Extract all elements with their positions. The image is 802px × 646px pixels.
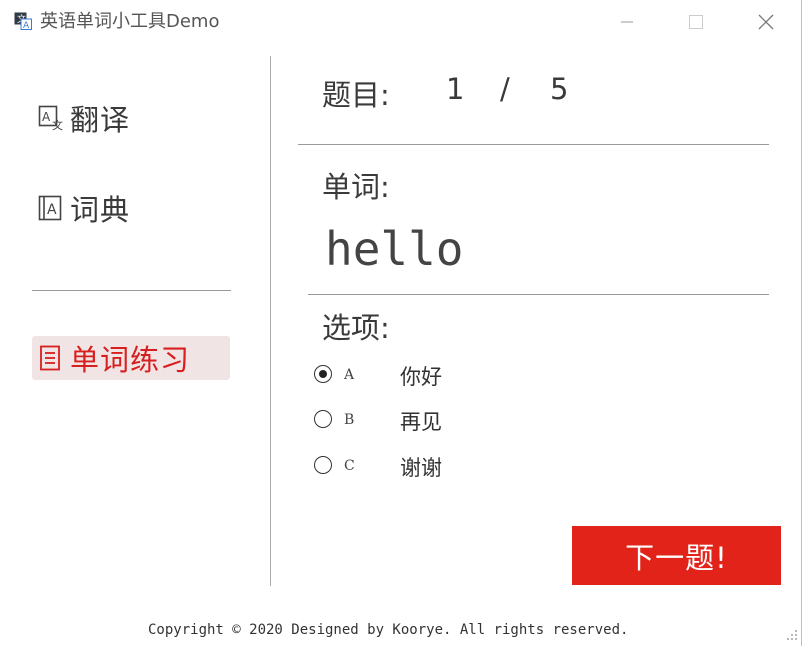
next-question-button[interactable]: 下一题!: [572, 526, 781, 585]
svg-text:A: A: [47, 202, 57, 218]
radio-button-b[interactable]: [314, 410, 332, 428]
option-text[interactable]: 你好: [400, 361, 442, 391]
option-text[interactable]: 再见: [400, 406, 442, 436]
sidebar-item-translate[interactable]: A 文 翻译: [32, 96, 230, 140]
copyright-footer: Copyright © 2020 Designed by Koorye. All…: [148, 622, 629, 638]
quiz-word: hello: [325, 222, 464, 276]
maximize-icon: [689, 15, 703, 29]
question-label: 题目:: [322, 78, 390, 112]
question-total: 5: [550, 72, 569, 106]
minimize-button[interactable]: [604, 0, 650, 44]
option-letter: A: [344, 367, 355, 383]
close-icon: [758, 14, 774, 30]
translate-app-icon: 文 A: [14, 12, 32, 30]
sidebar-item-dictionary[interactable]: A 词典: [32, 186, 230, 230]
word-label: 单词:: [322, 170, 390, 204]
dictionary-icon: A: [38, 195, 62, 221]
resize-grip-icon[interactable]: [782, 626, 800, 644]
options-label: 选项:: [322, 311, 390, 345]
sidebar-item-word-practice[interactable]: 单词练习: [32, 336, 230, 380]
list-icon: [40, 345, 60, 371]
question-separator: /: [500, 72, 510, 106]
svg-text:A: A: [42, 110, 51, 124]
close-button[interactable]: [743, 0, 789, 44]
sidebar-item-label: 词典: [70, 193, 131, 227]
window-title: 英语单词小工具Demo: [40, 11, 220, 32]
minimize-icon: [621, 21, 633, 23]
maximize-button[interactable]: [673, 0, 719, 44]
translate-icon: A 文: [38, 105, 63, 131]
question-current: 1: [446, 72, 465, 106]
option-text[interactable]: 谢谢: [400, 452, 442, 482]
word-divider: [308, 294, 769, 295]
sidebar-item-label: 翻译: [70, 103, 131, 137]
question-divider: [298, 144, 769, 145]
app-window: 文 A 英语单词小工具Demo A 文 翻译 A 词典: [0, 0, 802, 646]
svg-text:A: A: [23, 21, 30, 30]
option-letter: C: [344, 458, 355, 474]
title-bar[interactable]: 文 A 英语单词小工具Demo: [0, 0, 802, 44]
radio-button-c[interactable]: [314, 456, 332, 474]
option-letter: B: [344, 412, 355, 428]
sidebar-item-label: 单词练习: [70, 343, 191, 377]
sidebar-divider: [32, 290, 231, 291]
radio-button-a[interactable]: [314, 365, 332, 383]
svg-text:文: 文: [52, 118, 63, 131]
sidebar-vertical-divider: [270, 56, 271, 586]
